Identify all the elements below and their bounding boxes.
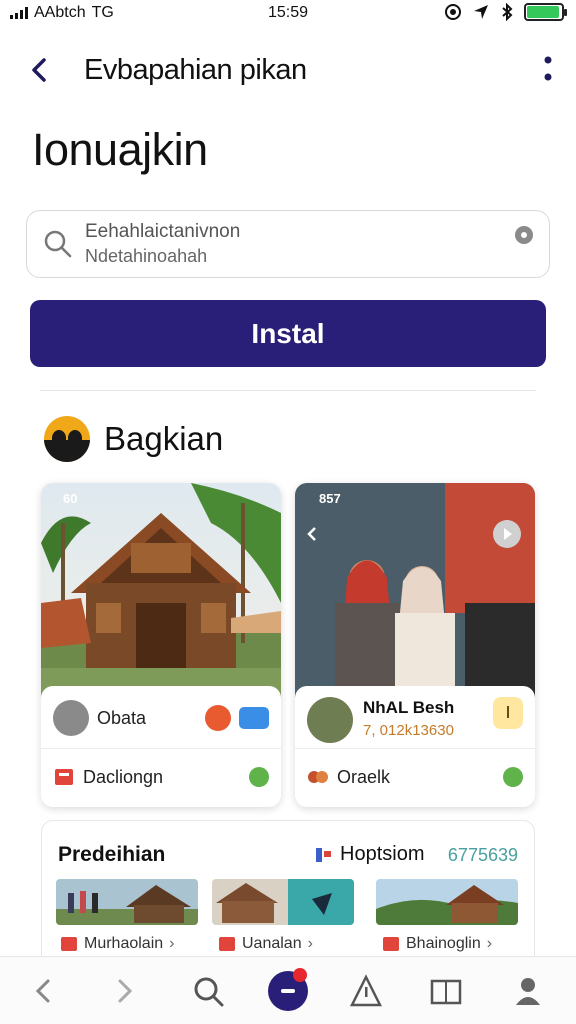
people-icon: [308, 771, 328, 783]
divider: [41, 748, 281, 749]
options-label: Hoptsiom: [340, 843, 425, 865]
card-row-meta: Oraelk: [307, 762, 523, 792]
profile-icon[interactable]: [508, 971, 548, 1011]
thumbnail-label: Murhaolain: [84, 935, 164, 952]
chevron-right-icon: ›: [169, 935, 175, 952]
thumbnail-caption[interactable]: Bhainoglin ›: [382, 935, 492, 953]
alert-icon[interactable]: [346, 971, 386, 1011]
recommendation-count: 6775639: [447, 845, 518, 865]
house-photo: [41, 483, 281, 698]
download-icon[interactable]: [493, 697, 523, 729]
chevron-right-icon: ›: [486, 935, 493, 952]
home-icon[interactable]: [264, 965, 312, 1013]
tag-icon: [383, 937, 399, 951]
card-row-user: NhAL Besh 7, 012k13630: [307, 697, 523, 743]
avatar: [53, 700, 89, 736]
chevron-left-icon[interactable]: [22, 52, 58, 88]
options-link[interactable]: Hoptsiom: [314, 843, 424, 866]
page-title: Ionuajkin: [32, 124, 208, 175]
reaction-icon[interactable]: [205, 705, 231, 731]
search-icon[interactable]: [188, 971, 228, 1011]
chat-icon[interactable]: [239, 707, 269, 729]
battery-icon: [524, 3, 567, 21]
bottom-tab-bar: [0, 956, 576, 1024]
search-placeholder-line2: Ndetahinoahah: [85, 246, 208, 266]
media-card-people[interactable]: 857 NhAL Besh 7, 012k13630 Oraelk: [295, 483, 535, 807]
thumbnail-caption[interactable]: Uanalan ›: [218, 935, 313, 953]
tag-icon: [219, 937, 235, 951]
nav-header: Evbapahian pikan: [0, 44, 576, 96]
app-logo-icon: [44, 416, 90, 462]
nav-title: Evbapahian pikan: [84, 54, 307, 86]
card-meta-label: Oraelk: [337, 766, 391, 787]
status-icons: [444, 3, 567, 21]
options-icon: [316, 847, 331, 862]
card-row-user: Obata: [53, 698, 269, 738]
section-title: Bagkian: [104, 420, 224, 457]
card-info: NhAL Besh 7, 012k13630 Oraelk: [295, 686, 535, 807]
bluetooth-icon: [502, 3, 513, 21]
more-vertical-icon[interactable]: [540, 54, 556, 84]
card-user-label: Obata: [97, 707, 147, 728]
voice-icon[interactable]: [515, 226, 533, 244]
thumbnail-caption[interactable]: Murhaolain ›: [60, 935, 174, 953]
recommendation-card: Predeihian Hoptsiom 6775639 Murhaolain ›…: [41, 820, 535, 970]
card-status-time: 857: [319, 491, 341, 506]
thumbnail-image[interactable]: [212, 879, 354, 925]
back-icon[interactable]: [24, 971, 64, 1011]
tag-icon: [61, 937, 77, 951]
search-placeholder-line1: Eehahlaictanivnon: [85, 221, 241, 242]
thumbnail-label: Bhainoglin: [406, 935, 481, 952]
thumbnail-image[interactable]: [56, 879, 198, 925]
card-user-text: NhAL Besh 7, 012k13630: [363, 698, 454, 739]
avatar: [307, 697, 353, 743]
divider: [295, 748, 535, 749]
status-dot-icon: [249, 767, 269, 787]
thumbnail-image[interactable]: [376, 879, 518, 925]
card-status-time: 60: [63, 491, 78, 506]
card-user-number: 7, 012k13630: [363, 721, 454, 739]
at-icon: [445, 4, 461, 20]
divider: [40, 390, 536, 391]
status-dot-icon: [503, 767, 523, 787]
card-user-name: NhAL Besh: [363, 697, 455, 717]
card-info: Obata Dacliongn: [41, 686, 281, 807]
tag-icon: [55, 769, 73, 785]
status-bar: AAbtch TG 15:59: [0, 0, 576, 26]
search-icon: [44, 230, 72, 258]
media-card-house[interactable]: 60 Obata Dacliongn: [41, 483, 281, 807]
book-icon[interactable]: [426, 971, 466, 1011]
forward-icon[interactable]: [104, 971, 144, 1011]
chevron-right-icon: ›: [307, 935, 313, 952]
search-input[interactable]: Eehahlaictanivnon Ndetahinoahah: [26, 210, 550, 278]
recommendation-title: Predeihian: [58, 843, 166, 866]
people-photo: [295, 483, 535, 698]
thumbnail-label: Uanalan: [242, 935, 302, 952]
card-row-meta: Dacliongn: [53, 762, 269, 792]
install-button[interactable]: Instal: [30, 300, 546, 367]
location-icon: [474, 5, 488, 19]
card-meta-label: Dacliongn: [83, 766, 164, 787]
section-header: Bagkian: [44, 414, 223, 464]
